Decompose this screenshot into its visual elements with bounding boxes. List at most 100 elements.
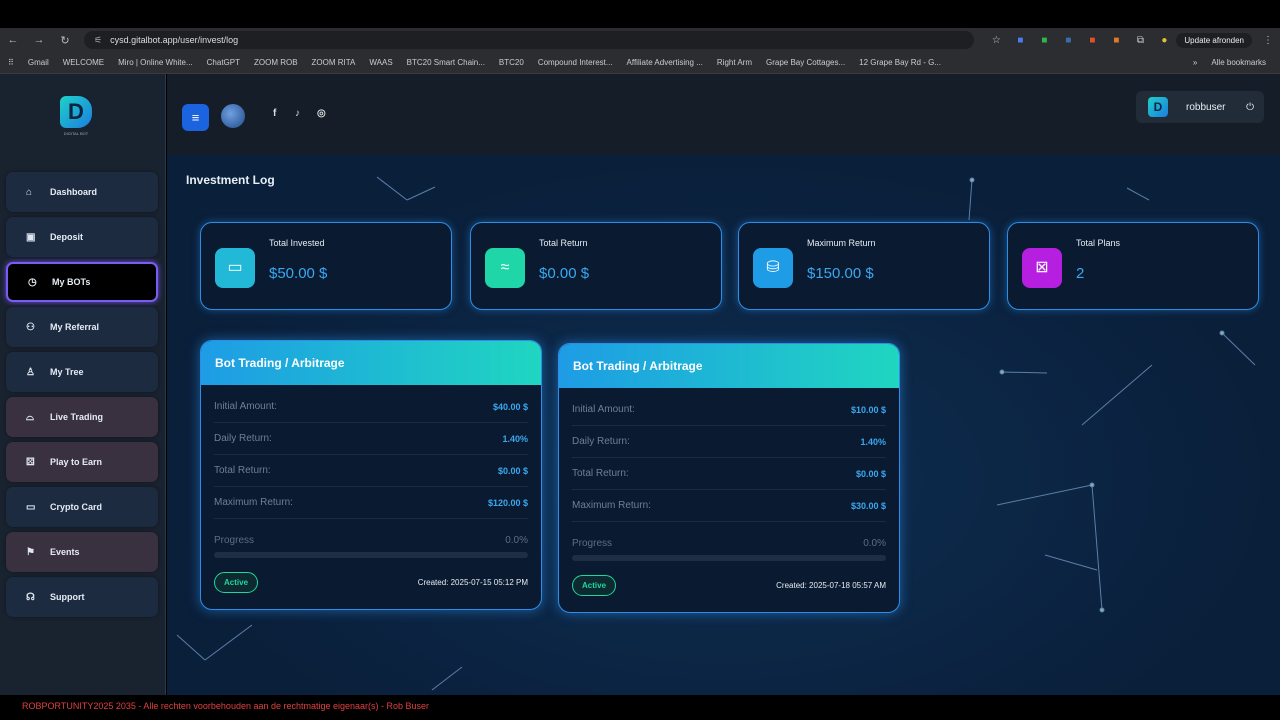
bookmark[interactable]: Affiliate Advertising ...: [627, 58, 703, 67]
url-text: cysd.gitalbot.app/user/invest/log: [110, 35, 239, 45]
extension-icon[interactable]: ■: [1104, 35, 1128, 46]
bookmark[interactable]: 12 Grape Bay Rd - G...: [859, 58, 941, 67]
progress-label: Progress: [572, 538, 613, 549]
sidebar-item-live-trading[interactable]: ⌓ Live Trading: [6, 397, 158, 437]
menu-toggle-button[interactable]: ≡: [182, 104, 209, 131]
stat-label: Maximum Return: [807, 238, 876, 248]
plan-detail-row: Maximum Return: $30.00 $: [572, 490, 886, 522]
main-content: Investment Log ▭ Total Invested $50.00 $ ≈ T…: [167, 155, 1280, 695]
bookmark[interactable]: BTC20 Smart Chain...: [407, 58, 485, 67]
detail-value: $10.00 $: [850, 404, 886, 415]
logo[interactable]: D DIGITAL BOT: [58, 92, 94, 140]
plan-detail-row: Initial Amount: $40.00 $: [214, 391, 528, 423]
detail-value: $0.00 $: [497, 465, 528, 476]
stat-value: 2: [1076, 265, 1085, 282]
my-bots-icon: ◷: [28, 276, 37, 288]
stat-card-total-return: ≈ Total Return $0.00 $: [470, 222, 722, 310]
plan-detail-row: Total Return: $0.00 $: [572, 458, 886, 490]
logout-icon[interactable]: ⏻: [1246, 102, 1254, 113]
bookmark[interactable]: BTC20: [499, 58, 524, 67]
sidebar-item-label: Live Trading: [50, 412, 104, 422]
extension-icon[interactable]: ■: [1080, 35, 1104, 46]
live-trading-icon: ⌓: [26, 411, 34, 423]
progress-value: 0.0%: [505, 535, 528, 546]
bookmark[interactable]: Miro | Online White...: [118, 58, 193, 67]
stat-value: $0.00 $: [539, 265, 590, 282]
status-badge: Active: [572, 575, 617, 596]
profile-avatar[interactable]: ●: [1152, 35, 1176, 46]
play-to-earn-icon: ⚄: [26, 456, 35, 468]
sidebar-item-events[interactable]: ⚑ Events: [6, 532, 158, 572]
bookmark[interactable]: Right Arm: [717, 58, 752, 67]
progress-bar: [572, 555, 886, 561]
extension-icon[interactable]: ■: [1032, 35, 1056, 46]
extensions-puzzle-icon[interactable]: ⧉: [1128, 35, 1152, 46]
sidebar-item-label: Support: [50, 592, 85, 602]
top-header: ≡ f ♪ ◎ D robbuser ⏻: [167, 74, 1280, 155]
sidebar: D DIGITAL BOT ⌂ Dashboard ▣ Deposit ◷ My BOTs ⚇…: [0, 74, 166, 695]
bookmark[interactable]: Gmail: [28, 58, 49, 67]
sidebar-item-my-referral[interactable]: ⚇ My Referral: [6, 307, 158, 347]
sidebar-item-deposit[interactable]: ▣ Deposit: [6, 217, 158, 257]
sidebar-item-label: Crypto Card: [50, 502, 103, 512]
bookmark[interactable]: WELCOME: [63, 58, 104, 67]
stat-label: Total Plans: [1076, 238, 1121, 248]
reload-icon[interactable]: ↻: [52, 34, 78, 47]
update-button[interactable]: Update afronden: [1176, 32, 1252, 48]
sidebar-item-label: My Tree: [50, 367, 84, 377]
progress-value: 0.0%: [863, 538, 886, 549]
bookmark[interactable]: ZOOM ROB: [254, 58, 298, 67]
sidebar-item-label: Dashboard: [50, 187, 98, 197]
detail-value: $0.00 $: [855, 468, 886, 479]
stat-icon: ▭: [215, 248, 255, 288]
back-icon[interactable]: ←: [0, 34, 26, 46]
status-badge: Active: [214, 572, 259, 593]
created-date: Created: 2025-07-15 05:12 PM: [417, 578, 528, 587]
events-icon: ⚑: [26, 546, 35, 558]
sidebar-item-support[interactable]: ☊ Support: [6, 577, 158, 617]
menu-kebab-icon[interactable]: ⋮: [1256, 35, 1280, 46]
bookmark[interactable]: Grape Bay Cottages...: [766, 58, 845, 67]
instagram-icon[interactable]: ◎: [317, 108, 326, 119]
site-info-icon[interactable]: ⚟: [94, 35, 102, 46]
sidebar-item-crypto-card[interactable]: ▭ Crypto Card: [6, 487, 158, 527]
sidebar-item-dashboard[interactable]: ⌂ Dashboard: [6, 172, 158, 212]
forward-icon[interactable]: →: [26, 34, 52, 46]
crypto-card-icon: ▭: [26, 501, 36, 513]
tiktok-icon[interactable]: ♪: [295, 108, 300, 119]
language-globe-icon[interactable]: [221, 104, 245, 128]
bookmark[interactable]: Compound Interest...: [538, 58, 613, 67]
plan-detail-row: Total Return: $0.00 $: [214, 455, 528, 487]
detail-label: Maximum Return:: [214, 497, 293, 508]
my-referral-icon: ⚇: [26, 321, 35, 333]
extension-icon[interactable]: ■: [1056, 35, 1080, 46]
more-bookmarks-icon[interactable]: »: [1193, 58, 1197, 67]
stat-label: Total Invested: [269, 238, 325, 248]
stat-card-maximum-return: ⛁ Maximum Return $150.00 $: [738, 222, 990, 310]
bookmark[interactable]: ChatGPT: [207, 58, 240, 67]
bot-plan-card: Bot Trading / Arbitrage Initial Amount: $1…: [558, 343, 900, 613]
user-avatar: D: [1148, 97, 1168, 117]
logo-text: DIGITAL BOT: [63, 131, 89, 136]
extension-icon[interactable]: ■: [1008, 35, 1032, 46]
bookmark[interactable]: WAAS: [369, 58, 392, 67]
detail-label: Total Return:: [214, 465, 271, 476]
bookmark-star-icon[interactable]: ☆: [984, 35, 1008, 46]
created-date: Created: 2025-07-18 05:57 AM: [776, 581, 886, 590]
apps-grid-icon[interactable]: ⠿: [8, 58, 14, 67]
user-menu[interactable]: D robbuser ⏻: [1136, 91, 1264, 123]
username: robbuser: [1186, 101, 1226, 113]
sidebar-item-my-bots[interactable]: ◷ My BOTs: [6, 262, 158, 302]
stat-label: Total Return: [539, 238, 588, 248]
bookmark[interactable]: ZOOM RITA: [312, 58, 356, 67]
address-bar[interactable]: ⚟ cysd.gitalbot.app/user/invest/log: [84, 31, 975, 49]
sidebar-item-label: Play to Earn: [50, 457, 103, 467]
browser-toolbar: ← → ↻ ⚟ cysd.gitalbot.app/user/invest/log…: [0, 28, 1280, 52]
sidebar-item-play-to-earn[interactable]: ⚄ Play to Earn: [6, 442, 158, 482]
detail-value: $40.00 $: [492, 401, 528, 412]
sidebar-item-my-tree[interactable]: ♙ My Tree: [6, 352, 158, 392]
facebook-icon[interactable]: f: [273, 108, 276, 119]
detail-label: Daily Return:: [214, 433, 272, 444]
detail-label: Initial Amount:: [572, 404, 635, 415]
all-bookmarks[interactable]: Alle bookmarks: [1211, 58, 1266, 67]
